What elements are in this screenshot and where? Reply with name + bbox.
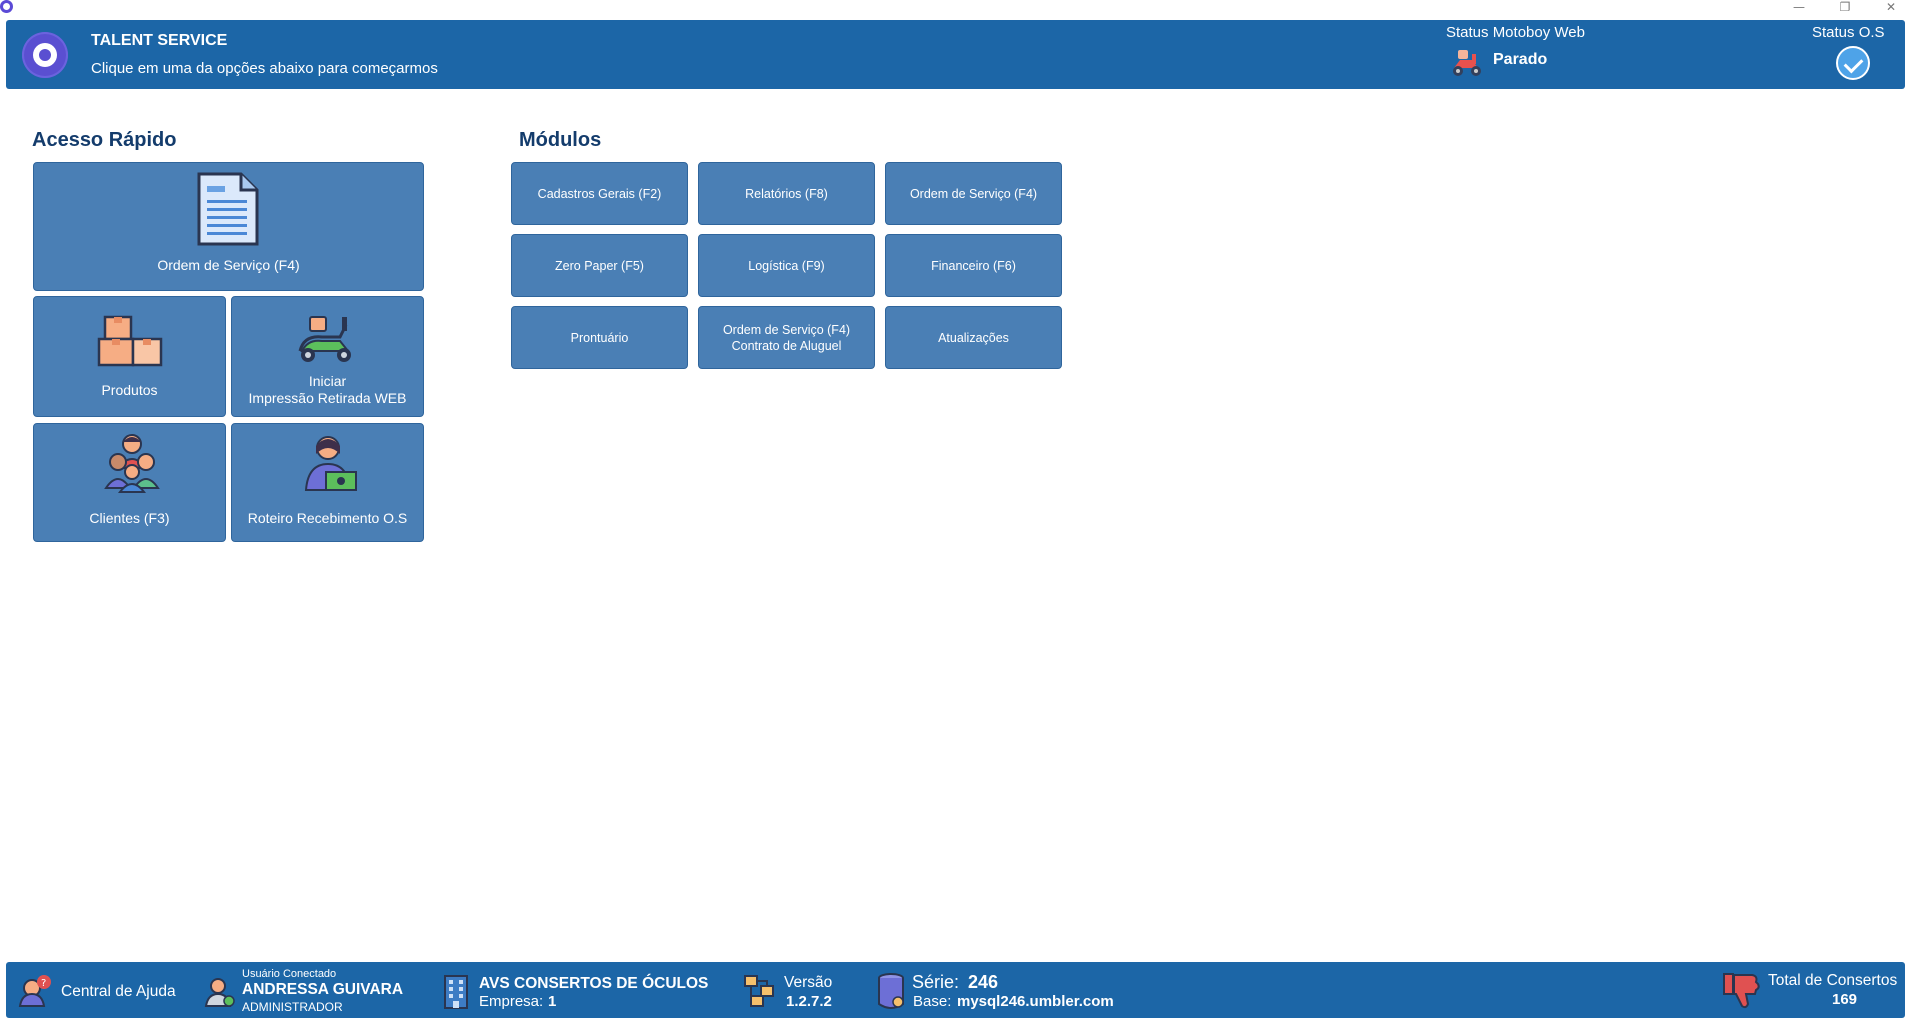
user-caption: Usuário Conectado <box>242 968 337 980</box>
module-zero-paper-button[interactable]: Zero Paper (F5) <box>511 234 688 297</box>
boxes-icon <box>97 315 163 367</box>
company-name: AVS CONSERTOS DE ÓCULOS <box>479 975 709 992</box>
os-status-label: Status O.S <box>1812 24 1885 41</box>
status-check-icon[interactable] <box>1836 46 1870 80</box>
window-titlebar: — ❐ ✕ <box>0 0 1915 20</box>
module-financeiro-button[interactable]: Financeiro (F6) <box>885 234 1062 297</box>
quick-iniciar-impressao-button[interactable]: Iniciar Impressão Retirada WEB <box>231 296 424 417</box>
clients-group-icon <box>104 434 160 493</box>
version-icon <box>744 975 774 1007</box>
help-icon[interactable]: ? <box>18 974 52 1008</box>
quick-roteiro-button[interactable]: Roteiro Recebimento O.S <box>231 423 424 542</box>
quick-access-title: Acesso Rápido <box>32 129 177 151</box>
restore-button[interactable]: ❐ <box>1822 0 1868 20</box>
quick-impressao-label: Impressão Retirada WEB <box>248 390 407 406</box>
user-icon <box>204 978 235 1007</box>
motoboy-status-label: Status Motoboy Web <box>1446 24 1585 41</box>
status-bar: ? Central de Ajuda Usuário Conectado AND… <box>6 962 1905 1018</box>
scooter-icon <box>298 316 351 362</box>
total-consertos-value: 169 <box>1832 991 1858 1008</box>
modules-title: Módulos <box>519 129 602 151</box>
quick-produtos-label: Produtos <box>101 382 158 398</box>
serie-value: 246 <box>968 972 999 992</box>
company-label: Empresa: <box>479 993 544 1010</box>
header-bar: TALENT SERVICE Clique em uma da opções a… <box>6 20 1905 89</box>
svg-text:?: ? <box>41 978 46 989</box>
serie-label: Série: <box>912 972 960 992</box>
thumbs-down-icon <box>1723 973 1760 1009</box>
module-prontuario-button[interactable]: Prontuário <box>511 306 688 369</box>
module-ordem-servico-button[interactable]: Ordem de Serviço (F4) <box>885 162 1062 225</box>
company-value: 1 <box>548 993 557 1010</box>
total-consertos-label: Total de Consertos <box>1768 972 1898 989</box>
version-value: 1.2.7.2 <box>786 993 832 1010</box>
base-value: mysql246.umbler.com <box>957 993 1114 1010</box>
quick-roteiro-label: Roteiro Recebimento O.S <box>247 510 408 526</box>
help-center-link[interactable]: Central de Ajuda <box>61 983 176 1001</box>
person-money-icon <box>304 436 357 491</box>
close-button[interactable]: ✕ <box>1868 0 1914 20</box>
base-label: Base: <box>913 993 952 1010</box>
building-icon <box>444 975 468 1009</box>
app-logo-icon <box>0 0 13 13</box>
database-icon <box>878 973 904 1009</box>
motoboy-status-value: Parado <box>1493 51 1548 68</box>
version-label: Versão <box>784 974 833 991</box>
quick-iniciar-label: Iniciar <box>308 373 347 389</box>
document-icon <box>197 172 259 246</box>
motoboy-scooter-icon[interactable] <box>1450 48 1484 78</box>
quick-produtos-button[interactable]: Produtos <box>33 296 226 417</box>
module-cadastros-gerais-button[interactable]: Cadastros Gerais (F2) <box>511 162 688 225</box>
quick-ordem-servico-button[interactable]: Ordem de Serviço (F4) <box>33 162 424 291</box>
app-title: TALENT SERVICE <box>91 32 228 49</box>
user-role: ADMINISTRADOR <box>242 1000 343 1014</box>
quick-clientes-button[interactable]: Clientes (F3) <box>33 423 226 542</box>
quick-clientes-label: Clientes (F3) <box>89 510 170 526</box>
app-logo-icon <box>22 32 68 78</box>
module-relatorios-button[interactable]: Relatórios (F8) <box>698 162 875 225</box>
user-name: ANDRESSA GUIVARA <box>242 981 404 998</box>
quick-ordem-servico-label: Ordem de Serviço (F4) <box>157 257 300 273</box>
module-atualizacoes-button[interactable]: Atualizações <box>885 306 1062 369</box>
module-logistica-button[interactable]: Logística (F9) <box>698 234 875 297</box>
minimize-button[interactable]: — <box>1776 0 1822 20</box>
app-subtitle: Clique em uma da opções abaixo para come… <box>91 60 438 77</box>
module-ordem-servico-aluguel-button[interactable]: Ordem de Serviço (F4) Contrato de Alugue… <box>698 306 875 369</box>
